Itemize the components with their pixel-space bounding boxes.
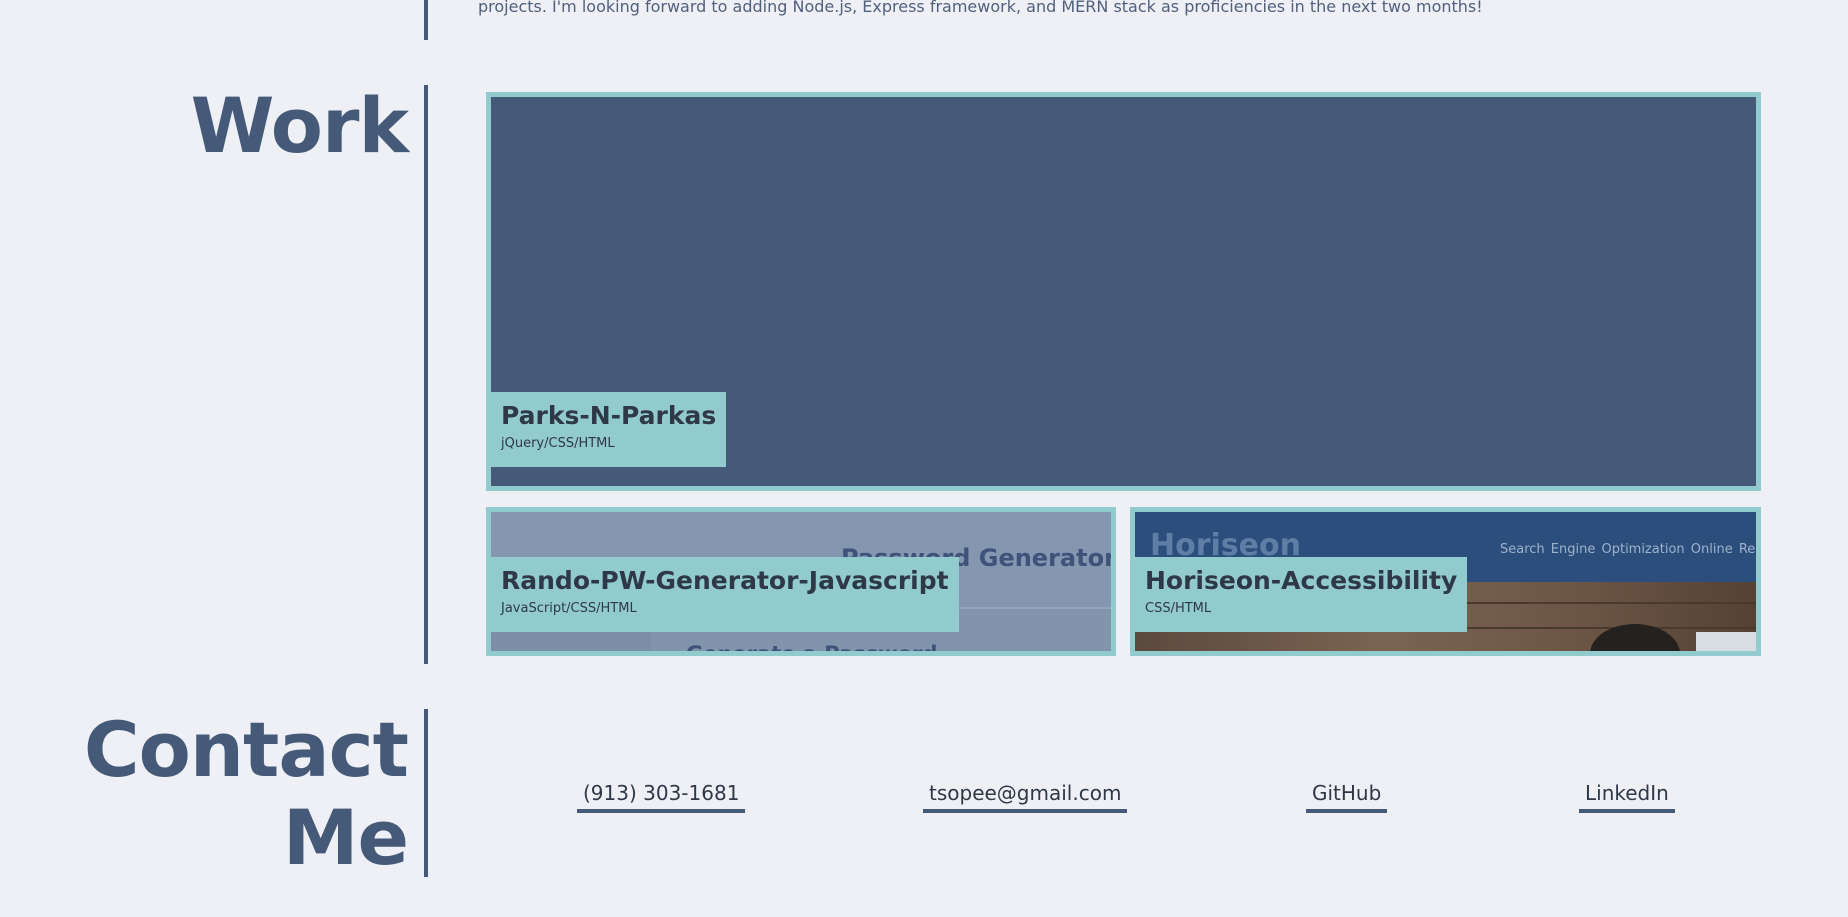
contact-title: Contact Me	[83, 705, 409, 882]
about-divider	[424, 0, 428, 40]
project-card-rando-pw-generator[interactable]: Password Generator Generate a Password R…	[486, 507, 1116, 656]
contact-title-line2: Me	[282, 793, 409, 882]
project-tech: CSS/HTML	[1145, 601, 1212, 616]
project-caption: Horiseon-Accessibility CSS/HTML	[1135, 557, 1468, 632]
project-caption: Rando-PW-Generator-Javascript JavaScript…	[491, 557, 959, 632]
project-title: Parks-N-Parkas	[501, 401, 717, 430]
project-tech: JavaScript/CSS/HTML	[501, 601, 637, 616]
project-tech: jQuery/CSS/HTML	[501, 436, 615, 451]
email-link[interactable]: tsopee@gmail.com	[923, 778, 1128, 813]
project-card-horiseon-accessibility[interactable]: Horiseon Search Engine Optimization Onli…	[1130, 507, 1761, 656]
preview-paper	[1696, 632, 1756, 651]
project-card-parks-n-parkas[interactable]: Parks-N-Parkas jQuery/CSS/HTML	[486, 92, 1761, 491]
linkedin-link[interactable]: LinkedIn	[1579, 778, 1675, 813]
preview-nav: Search Engine Optimization Online Rep	[1500, 542, 1761, 557]
github-link[interactable]: GitHub	[1306, 778, 1388, 813]
project-title: Rando-PW-Generator-Javascript	[501, 566, 949, 595]
project-caption: Parks-N-Parkas jQuery/CSS/HTML	[491, 392, 727, 467]
project-title: Horiseon-Accessibility	[1145, 566, 1458, 595]
phone-link[interactable]: (913) 303-1681	[577, 778, 746, 813]
contact-title-line1: Contact	[83, 705, 409, 794]
portfolio-page: projects. I'm looking forward to adding …	[0, 0, 1848, 917]
preview-subheading: Generate a Password	[686, 642, 938, 656]
about-intro-text: projects. I'm looking forward to adding …	[478, 0, 1483, 16]
work-divider	[424, 85, 428, 664]
contact-divider	[424, 709, 428, 877]
work-title: Work	[190, 81, 409, 170]
